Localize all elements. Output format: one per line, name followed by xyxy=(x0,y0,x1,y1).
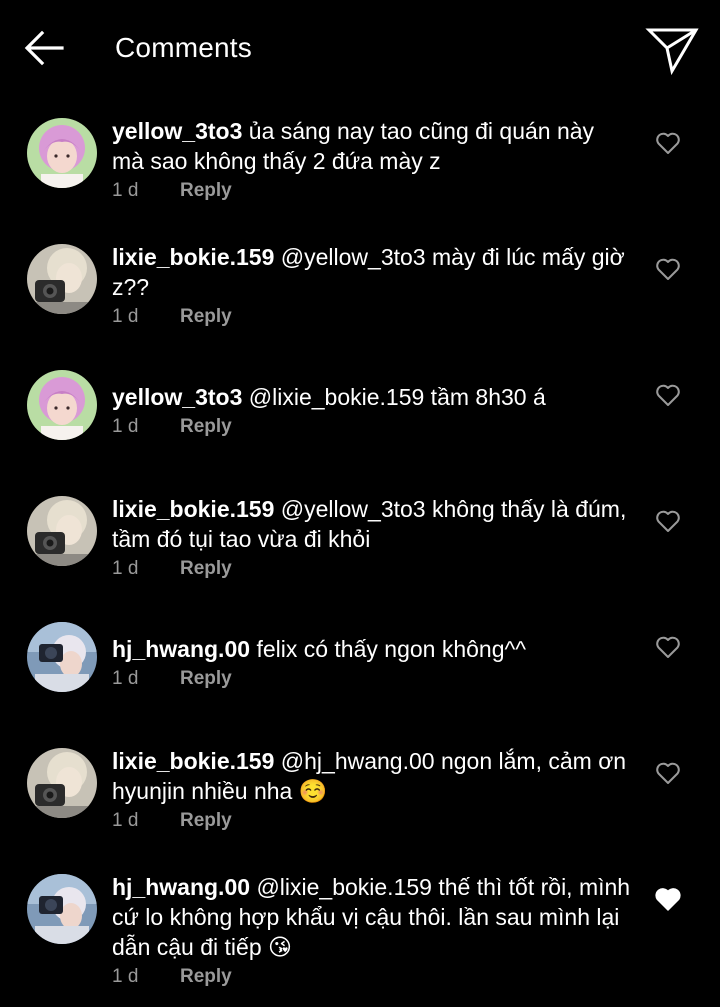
comment-meta: 1 d Reply xyxy=(112,416,632,442)
photographer-avatar-icon xyxy=(27,622,97,692)
avatar[interactable] xyxy=(27,874,97,944)
avatar[interactable] xyxy=(27,370,97,440)
comment-meta: 1 d Reply xyxy=(112,306,632,332)
comment-body: lixie_bokie.159 @yellow_3to3 không thấy … xyxy=(112,494,632,584)
reply-button[interactable]: Reply xyxy=(180,416,232,437)
comment-time: 1 d xyxy=(112,558,139,579)
reply-button[interactable]: Reply xyxy=(180,810,232,831)
camera-avatar-icon xyxy=(27,244,97,314)
heart-outline-icon xyxy=(656,384,680,406)
comment-username[interactable]: hj_hwang.00 xyxy=(112,874,250,900)
reply-button[interactable]: Reply xyxy=(180,966,232,987)
reply-button[interactable]: Reply xyxy=(180,306,232,327)
comment-body: lixie_bokie.159 @yellow_3to3 mày đi lúc … xyxy=(112,242,632,332)
pink-hair-avatar-icon xyxy=(27,118,97,188)
comment-meta: 1 d Reply xyxy=(112,558,632,584)
comment-body: yellow_3to3 ủa sáng nay tao cũng đi quán… xyxy=(112,116,632,206)
reply-button[interactable]: Reply xyxy=(180,558,232,579)
camera-avatar-icon xyxy=(27,496,97,566)
comment-meta: 1 d Reply xyxy=(112,180,632,206)
comment-text-row: lixie_bokie.159 @hj_hwang.00 ngon lắm, c… xyxy=(112,746,632,806)
comment-body: hj_hwang.00 @lixie_bokie.159 thế thì tốt… xyxy=(112,872,632,992)
comment-time: 1 d xyxy=(112,668,139,689)
comment-time: 1 d xyxy=(112,180,139,201)
like-button[interactable] xyxy=(654,760,682,786)
comment-text-row: yellow_3to3 @lixie_bokie.159 tầm 8h30 á xyxy=(112,382,632,412)
comment-body: hj_hwang.00 felix có thấy ngon không^^ 1… xyxy=(112,634,632,694)
heart-outline-icon xyxy=(656,762,680,784)
comment-meta: 1 d Reply xyxy=(112,668,632,694)
comment-meta: 1 d Reply xyxy=(112,966,632,992)
comment-meta: 1 d Reply xyxy=(112,810,632,836)
like-button[interactable] xyxy=(654,130,682,156)
comment-time: 1 d xyxy=(112,810,139,831)
comment-time: 1 d xyxy=(112,306,139,327)
avatar[interactable] xyxy=(27,496,97,566)
avatar[interactable] xyxy=(27,118,97,188)
comment-text-row: lixie_bokie.159 @yellow_3to3 không thấy … xyxy=(112,494,632,554)
photographer-avatar-icon xyxy=(27,874,97,944)
comment-time: 1 d xyxy=(112,416,139,437)
comment-text: @lixie_bokie.159 tầm 8h30 á xyxy=(248,384,546,410)
comment-text: felix có thấy ngon không^^ xyxy=(256,636,527,662)
like-button[interactable] xyxy=(654,634,682,660)
avatar[interactable] xyxy=(27,244,97,314)
comment-list: yellow_3to3 ủa sáng nay tao cũng đi quán… xyxy=(0,0,720,1007)
like-button[interactable] xyxy=(654,508,682,534)
like-button[interactable] xyxy=(654,382,682,408)
comment-time: 1 d xyxy=(112,966,139,987)
comment-username[interactable]: yellow_3to3 xyxy=(112,384,242,410)
comment-text-row: yellow_3to3 ủa sáng nay tao cũng đi quán… xyxy=(112,116,632,176)
like-button[interactable] xyxy=(654,256,682,282)
like-button[interactable] xyxy=(654,886,682,912)
comment-username[interactable]: hj_hwang.00 xyxy=(112,636,250,662)
reply-button[interactable]: Reply xyxy=(180,180,232,201)
heart-outline-icon xyxy=(656,258,680,280)
camera-avatar-icon xyxy=(27,748,97,818)
heart-outline-icon xyxy=(656,132,680,154)
reply-button[interactable]: Reply xyxy=(180,668,232,689)
avatar[interactable] xyxy=(27,748,97,818)
comment-text-row: hj_hwang.00 @lixie_bokie.159 thế thì tốt… xyxy=(112,872,632,962)
comment-text-row: lixie_bokie.159 @yellow_3to3 mày đi lúc … xyxy=(112,242,632,302)
comment-username[interactable]: yellow_3to3 xyxy=(112,118,242,144)
comment-text-row: hj_hwang.00 felix có thấy ngon không^^ xyxy=(112,634,632,664)
avatar[interactable] xyxy=(27,622,97,692)
comment-username[interactable]: lixie_bokie.159 xyxy=(112,496,274,522)
heart-outline-icon xyxy=(656,510,680,532)
pink-hair-avatar-icon xyxy=(27,370,97,440)
comment-username[interactable]: lixie_bokie.159 xyxy=(112,748,274,774)
comment-body: lixie_bokie.159 @hj_hwang.00 ngon lắm, c… xyxy=(112,746,632,836)
heart-outline-icon xyxy=(656,636,680,658)
heart-filled-icon xyxy=(655,888,681,911)
comment-username[interactable]: lixie_bokie.159 xyxy=(112,244,274,270)
comment-body: yellow_3to3 @lixie_bokie.159 tầm 8h30 á … xyxy=(112,382,632,442)
